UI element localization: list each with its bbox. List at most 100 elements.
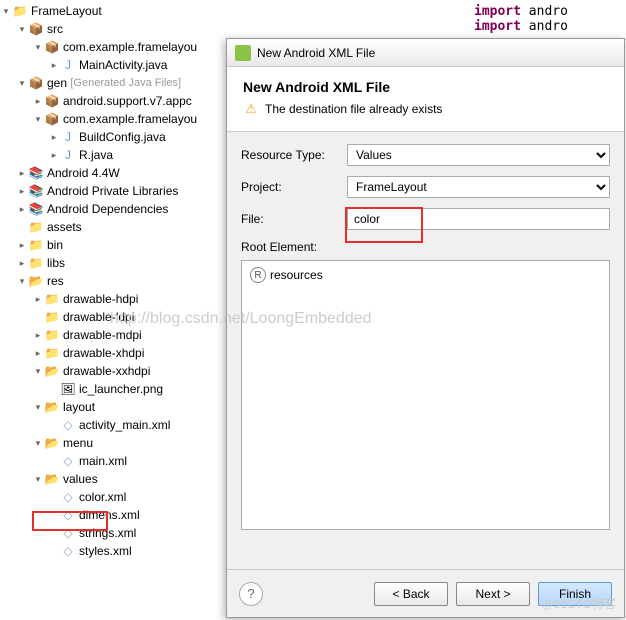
tree-folder[interactable]: ▾📂layout bbox=[0, 398, 226, 416]
expander-icon[interactable]: ▾ bbox=[32, 113, 44, 125]
source-folder-icon: 📦 bbox=[28, 21, 44, 37]
file-row: File: bbox=[241, 208, 610, 230]
expander-icon[interactable]: ▸ bbox=[48, 131, 60, 143]
expander-icon[interactable]: ▸ bbox=[16, 257, 28, 269]
tree-src[interactable]: ▾📦src bbox=[0, 20, 226, 38]
folder-icon: 📁 bbox=[44, 327, 60, 343]
expander-icon[interactable]: ▸ bbox=[16, 185, 28, 197]
dialog-title: New Android XML File bbox=[257, 46, 375, 60]
tree-label: color.xml bbox=[79, 490, 126, 504]
expander-icon[interactable]: ▸ bbox=[48, 149, 60, 161]
spacer bbox=[32, 311, 44, 323]
expander-icon[interactable]: ▸ bbox=[48, 59, 60, 71]
library-icon: 📚 bbox=[28, 165, 44, 181]
tree-label: res bbox=[47, 274, 64, 288]
dialog-titlebar[interactable]: New Android XML File bbox=[227, 39, 624, 67]
tree-package[interactable]: ▸📦android.support.v7.appc bbox=[0, 92, 226, 110]
xml-icon: ◇ bbox=[60, 453, 76, 469]
package-icon: 📦 bbox=[44, 93, 60, 109]
root-item-resources[interactable]: R resources bbox=[246, 265, 605, 285]
spacer bbox=[48, 419, 60, 431]
expander-icon[interactable]: ▾ bbox=[32, 401, 44, 413]
project-select[interactable]: FrameLayout bbox=[347, 176, 610, 198]
tree-folder[interactable]: ▸📁drawable-mdpi bbox=[0, 326, 226, 344]
expander-icon[interactable]: ▾ bbox=[32, 437, 44, 449]
resource-icon: R bbox=[250, 267, 266, 283]
tree-folder[interactable]: 📁drawable-ldpi bbox=[0, 308, 226, 326]
source-folder-icon: 📦 bbox=[28, 75, 44, 91]
tree-xml-file[interactable]: ◇main.xml bbox=[0, 452, 226, 470]
tree-xml-file[interactable]: ◇strings.xml bbox=[0, 524, 226, 542]
tree-folder[interactable]: 📁assets bbox=[0, 218, 226, 236]
expander-icon[interactable]: ▾ bbox=[0, 5, 12, 17]
tree-folder[interactable]: ▸📁drawable-xhdpi bbox=[0, 344, 226, 362]
expander-icon[interactable]: ▸ bbox=[32, 347, 44, 359]
tree-label: android.support.v7.appc bbox=[63, 94, 192, 108]
tree-folder[interactable]: ▸📁libs bbox=[0, 254, 226, 272]
tree-library[interactable]: ▸📚Android 4.4W bbox=[0, 164, 226, 182]
tree-image-file[interactable]: 🖼ic_launcher.png bbox=[0, 380, 226, 398]
tree-java-file[interactable]: ▸JMainActivity.java bbox=[0, 56, 226, 74]
tree-folder[interactable]: ▾📂res bbox=[0, 272, 226, 290]
tree-library[interactable]: ▸📚Android Dependencies bbox=[0, 200, 226, 218]
android-icon bbox=[235, 45, 251, 61]
tree-folder[interactable]: ▾📂drawable-xxhdpi bbox=[0, 362, 226, 380]
tree-xml-file[interactable]: ◇color.xml bbox=[0, 488, 226, 506]
root-element-label: Root Element: bbox=[241, 240, 610, 254]
expander-icon[interactable]: ▸ bbox=[16, 239, 28, 251]
folder-icon: 📁 bbox=[44, 291, 60, 307]
dialog-heading: New Android XML File bbox=[243, 79, 608, 95]
tree-suffix: [Generated Java Files] bbox=[70, 77, 181, 89]
folder-icon: 📁 bbox=[28, 255, 44, 271]
expander-icon[interactable]: ▾ bbox=[32, 41, 44, 53]
tree-label: com.example.framelayou bbox=[63, 112, 197, 126]
keyword: import bbox=[474, 19, 521, 34]
next-button[interactable]: Next > bbox=[456, 582, 530, 606]
expander-icon[interactable]: ▾ bbox=[16, 77, 28, 89]
expander-icon[interactable]: ▸ bbox=[16, 203, 28, 215]
tree-label: com.example.framelayou bbox=[63, 40, 197, 54]
expander-icon[interactable]: ▸ bbox=[16, 167, 28, 179]
tree-folder[interactable]: ▾📂menu bbox=[0, 434, 226, 452]
expander-icon[interactable]: ▸ bbox=[32, 329, 44, 341]
resource-type-select[interactable]: Values bbox=[347, 144, 610, 166]
expander-icon[interactable]: ▾ bbox=[16, 275, 28, 287]
tree-java-file[interactable]: ▸JBuildConfig.java bbox=[0, 128, 226, 146]
java-icon: J bbox=[60, 147, 76, 163]
tree-xml-file[interactable]: ◇activity_main.xml bbox=[0, 416, 226, 434]
expander-icon[interactable]: ▸ bbox=[32, 95, 44, 107]
folder-open-icon: 📂 bbox=[44, 435, 60, 451]
tree-label: dimens.xml bbox=[79, 508, 140, 522]
tree-xml-file[interactable]: ◇styles.xml bbox=[0, 542, 226, 560]
code-text: andro bbox=[529, 4, 568, 19]
tree-label: bin bbox=[47, 238, 63, 252]
project-explorer[interactable]: ▾📁FrameLayout ▾📦src ▾📦com.example.framel… bbox=[0, 0, 226, 620]
expander-icon[interactable]: ▾ bbox=[16, 23, 28, 35]
root-element-list[interactable]: R resources bbox=[241, 260, 610, 530]
tree-java-file[interactable]: ▸JR.java bbox=[0, 146, 226, 164]
tree-folder[interactable]: ▸📁drawable-hdpi bbox=[0, 290, 226, 308]
back-button[interactable]: < Back bbox=[374, 582, 448, 606]
help-button[interactable]: ? bbox=[239, 582, 263, 606]
tree-package[interactable]: ▾📦com.example.framelayou bbox=[0, 38, 226, 56]
expander-icon[interactable]: ▾ bbox=[32, 365, 44, 377]
image-icon: 🖼 bbox=[60, 381, 76, 397]
tree-label: drawable-ldpi bbox=[63, 310, 134, 324]
tree-gen[interactable]: ▾📦gen [Generated Java Files] bbox=[0, 74, 226, 92]
xml-icon: ◇ bbox=[60, 525, 76, 541]
xml-icon: ◇ bbox=[60, 543, 76, 559]
tree-folder[interactable]: ▸📁bin bbox=[0, 236, 226, 254]
tree-label: styles.xml bbox=[79, 544, 132, 558]
tree-project[interactable]: ▾📁FrameLayout bbox=[0, 2, 226, 20]
tree-label: Android 4.4W bbox=[47, 166, 120, 180]
tree-folder-values[interactable]: ▾📂values bbox=[0, 470, 226, 488]
tree-label: menu bbox=[63, 436, 93, 450]
tree-library[interactable]: ▸📚Android Private Libraries bbox=[0, 182, 226, 200]
file-input[interactable] bbox=[347, 208, 610, 230]
expander-icon[interactable]: ▸ bbox=[32, 293, 44, 305]
tree-package[interactable]: ▾📦com.example.framelayou bbox=[0, 110, 226, 128]
tree-label: Android Dependencies bbox=[47, 202, 168, 216]
tree-xml-file[interactable]: ◇dimens.xml bbox=[0, 506, 226, 524]
tree-label: drawable-xhdpi bbox=[63, 346, 144, 360]
expander-icon[interactable]: ▾ bbox=[32, 473, 44, 485]
